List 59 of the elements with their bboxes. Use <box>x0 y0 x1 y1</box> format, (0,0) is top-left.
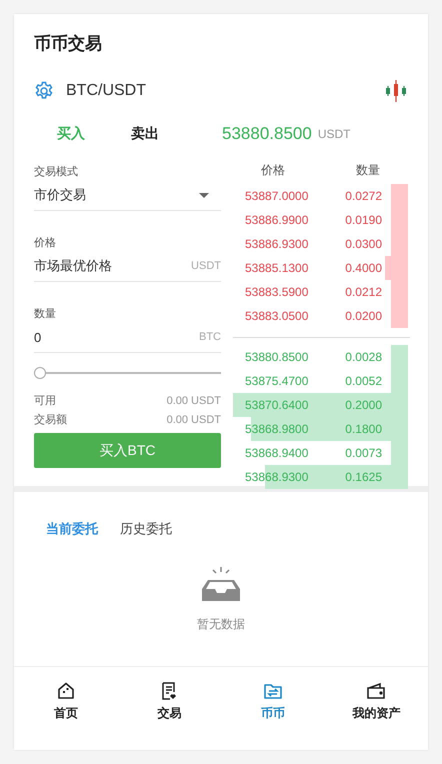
price-text: 53887.0000 <box>245 189 308 203</box>
gear-icon[interactable] <box>34 81 54 101</box>
amount-text: 0.0052 <box>345 374 382 388</box>
price-text: 53883.5900 <box>245 285 308 299</box>
empty-message: 暂无数据 <box>197 616 245 633</box>
field-label: 数量 <box>34 307 57 322</box>
amount-text: 0.0300 <box>345 237 382 251</box>
amount-field[interactable]: 0 <box>34 330 154 344</box>
amount-text: 0.4000 <box>345 261 382 275</box>
amount-text: 0.2000 <box>345 398 382 412</box>
info-value: 0.00 USDT <box>166 394 221 406</box>
price-text: 53883.0500 <box>245 309 308 323</box>
price-text: 53886.9300 <box>245 237 308 251</box>
info-label: 交易额 <box>34 412 67 427</box>
amount-text: 0.0190 <box>345 213 382 227</box>
amount-text: 0.1625 <box>345 470 382 484</box>
unit-label: USDT <box>191 260 221 272</box>
price-text: 53868.9800 <box>245 422 308 436</box>
column-header: 数量 <box>356 162 380 178</box>
select-value: 市价交易 <box>34 186 86 204</box>
amount-text: 0.0200 <box>345 309 382 323</box>
last-price: 53880.8500 <box>222 124 312 144</box>
order-tab[interactable]: 历史委托 <box>120 520 172 538</box>
column-header: 价格 <box>261 162 285 178</box>
price-text: 53870.6400 <box>245 398 308 412</box>
info-value: 0.00 USDT <box>166 414 221 426</box>
price-text: 53875.4700 <box>245 374 308 388</box>
amount-text: 0.1800 <box>345 422 382 436</box>
price-text: 53885.1300 <box>245 261 308 275</box>
amount-text: 0.0073 <box>345 446 382 460</box>
exchange-icon <box>262 681 283 701</box>
pair-name: BTC/USDT <box>66 82 147 100</box>
empty-tray-icon <box>199 566 243 602</box>
nav-item[interactable]: 币币 <box>221 667 324 736</box>
nav-item[interactable]: 我的资产 <box>324 667 428 736</box>
amount-text: 0.0212 <box>345 285 382 299</box>
side-tab[interactable]: 卖出 <box>108 121 182 147</box>
price-text: 53868.9300 <box>245 470 308 484</box>
slider-thumb[interactable] <box>34 367 46 379</box>
nav-item[interactable]: 交易 <box>118 667 221 736</box>
price-text: 53886.9900 <box>245 213 308 227</box>
price-text: 53868.9400 <box>245 446 308 460</box>
dropdown-icon <box>199 192 209 198</box>
amount-slider[interactable] <box>34 367 221 379</box>
candlestick-icon[interactable] <box>384 79 408 103</box>
info-label: 可用 <box>34 394 56 408</box>
page-title: 币币交易 <box>33 33 103 55</box>
amount-text: 0.0028 <box>345 350 382 364</box>
field-label: 价格 <box>34 236 57 251</box>
field-label: 交易模式 <box>34 164 79 180</box>
mode-select[interactable]: 市价交易 <box>34 180 221 211</box>
nav-item[interactable]: 首页 <box>14 667 118 736</box>
price-unit: USDT <box>318 127 350 141</box>
home-icon <box>56 681 76 701</box>
amount-text: 0.0272 <box>345 189 382 203</box>
price-text: 53880.8500 <box>245 350 308 364</box>
unit-label: BTC <box>199 331 221 343</box>
wallet-icon <box>366 681 386 701</box>
price-field[interactable]: 市场最优价格 <box>34 258 154 274</box>
